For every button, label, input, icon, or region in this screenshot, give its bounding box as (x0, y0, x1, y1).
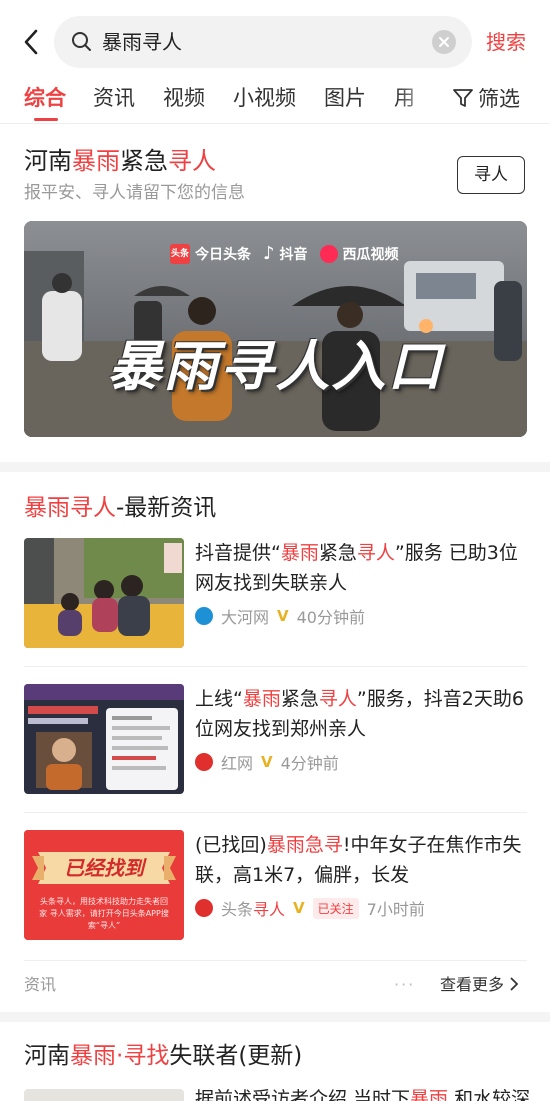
source-name: 头条寻人 (221, 900, 286, 919)
view-more-link[interactable]: 查看更多 (440, 970, 519, 1000)
verified-badge: V (277, 607, 289, 625)
filter-label: 筛选 (478, 87, 520, 111)
tab-fade (396, 84, 446, 118)
source-name: 大河网 (221, 608, 270, 627)
emergency-search-card: 河南暴雨紧急寻人 报平安、寻人请留下您的信息 寻人 头条 今日头条 ♪ 抖音 西… (0, 125, 550, 455)
news-meta: 红网 V 4分钟前 (195, 750, 339, 774)
chevron-right-icon (510, 977, 519, 991)
followed-badge[interactable]: 已关注 (312, 897, 359, 919)
thumb-caption: 头条寻人，用技术科技助力走失者回家 寻人需求，请打开今日头条APP搜索“寻人” (39, 897, 169, 930)
news-meta: 大河网 V 40分钟前 (195, 604, 365, 628)
source-name: 红网 (221, 754, 254, 773)
clear-icon[interactable] (432, 30, 456, 54)
divider (24, 812, 527, 813)
news-thumbnail (24, 684, 184, 794)
partner-logos: 头条 今日头条 ♪ 抖音 西瓜视频 (170, 244, 399, 264)
card-title: 河南暴雨紧急寻人 (24, 147, 216, 175)
publish-time: 4分钟前 (280, 754, 339, 773)
publish-time: 40分钟前 (296, 608, 365, 627)
tab-video[interactable]: 视频 (163, 84, 205, 112)
divider (24, 666, 527, 667)
news-section-footer: 资讯 ··· 查看更多 (24, 970, 527, 1000)
douyin-logo: ♪ 抖音 (263, 243, 308, 264)
publish-time: 7小时前 (366, 900, 425, 919)
search-entry-banner[interactable]: 头条 今日头条 ♪ 抖音 西瓜视频 暴雨寻人入口 (24, 221, 527, 437)
section-type-label: 资讯 (24, 975, 57, 994)
source-avatar (195, 753, 213, 771)
banner-title: 暴雨寻人入口 (107, 335, 444, 398)
verified-badge: V (293, 899, 305, 917)
news-thumbnail (24, 538, 184, 648)
filter-icon (453, 89, 473, 107)
news-item[interactable]: 上线“暴雨紧急寻人”服务，抖音2天助6位网友找到郑州亲人 红网 V 4分钟前 (24, 684, 527, 796)
search-query: 暴雨寻人 (102, 30, 182, 54)
source-avatar (195, 899, 213, 917)
found-label: 已经找到 (64, 856, 144, 880)
section-separator (0, 462, 550, 472)
tab-short-video[interactable]: 小视频 (233, 84, 296, 112)
tab-images[interactable]: 图片 (324, 84, 366, 112)
tab-news[interactable]: 资讯 (93, 84, 135, 112)
news-section-title: 暴雨寻人-最新资讯 (24, 495, 217, 521)
news-item[interactable]: 抖音提供“暴雨紧急寻人”服务 已助3位网友找到失联亲人 大河网 V 40分钟前 (24, 538, 527, 650)
tab-bar: 综合 资讯 视频 小视频 图片 用 筛选 (0, 84, 550, 124)
article-thumbnail (24, 1089, 184, 1101)
search-icon (70, 30, 94, 54)
search-input[interactable]: 暴雨寻人 (54, 16, 472, 68)
more-options-icon[interactable]: ··· (394, 970, 415, 1000)
source-avatar (195, 607, 213, 625)
news-thumbnail: 已经找到 头条寻人，用技术科技助力走失者回家 寻人需求，请打开今日头条APP搜索… (24, 830, 184, 940)
xigua-logo: 西瓜视频 (319, 244, 399, 264)
divider (24, 960, 527, 961)
back-arrow-icon[interactable] (18, 26, 46, 58)
verified-badge: V (261, 753, 273, 771)
news-item[interactable]: 已经找到 头条寻人，用技术科技助力走失者回家 寻人需求，请打开今日头条APP搜索… (24, 830, 527, 942)
tab-comprehensive[interactable]: 综合 (24, 84, 66, 112)
article-card-title[interactable]: 河南暴雨·寻找失联者(更新) (24, 1040, 302, 1072)
section-separator (0, 1012, 550, 1022)
active-tab-indicator (34, 118, 58, 121)
search-header: 暴雨寻人 搜索 (0, 0, 550, 84)
search-button[interactable]: 搜索 (486, 28, 526, 56)
card-subtitle: 报平安、寻人请留下您的信息 (24, 183, 245, 203)
find-person-button[interactable]: 寻人 (457, 156, 525, 194)
news-title: 抖音提供“暴雨紧急寻人”服务 已助3位网友找到失联亲人 (195, 542, 518, 594)
news-title: (已找回)暴雨急寻!中年女子在焦作市失联，高1米7，偏胖，长发 (195, 834, 522, 886)
article-preview-text: 据前述受访者介绍 当时下暴雨 和水较深 (195, 1088, 531, 1101)
news-meta: 头条寻人 V 已关注 7小时前 (195, 896, 425, 920)
news-title: 上线“暴雨紧急寻人”服务，抖音2天助6位网友找到郑州亲人 (195, 688, 524, 740)
toutiao-logo: 头条 今日头条 (170, 244, 251, 264)
filter-button[interactable]: 筛选 (452, 84, 520, 112)
